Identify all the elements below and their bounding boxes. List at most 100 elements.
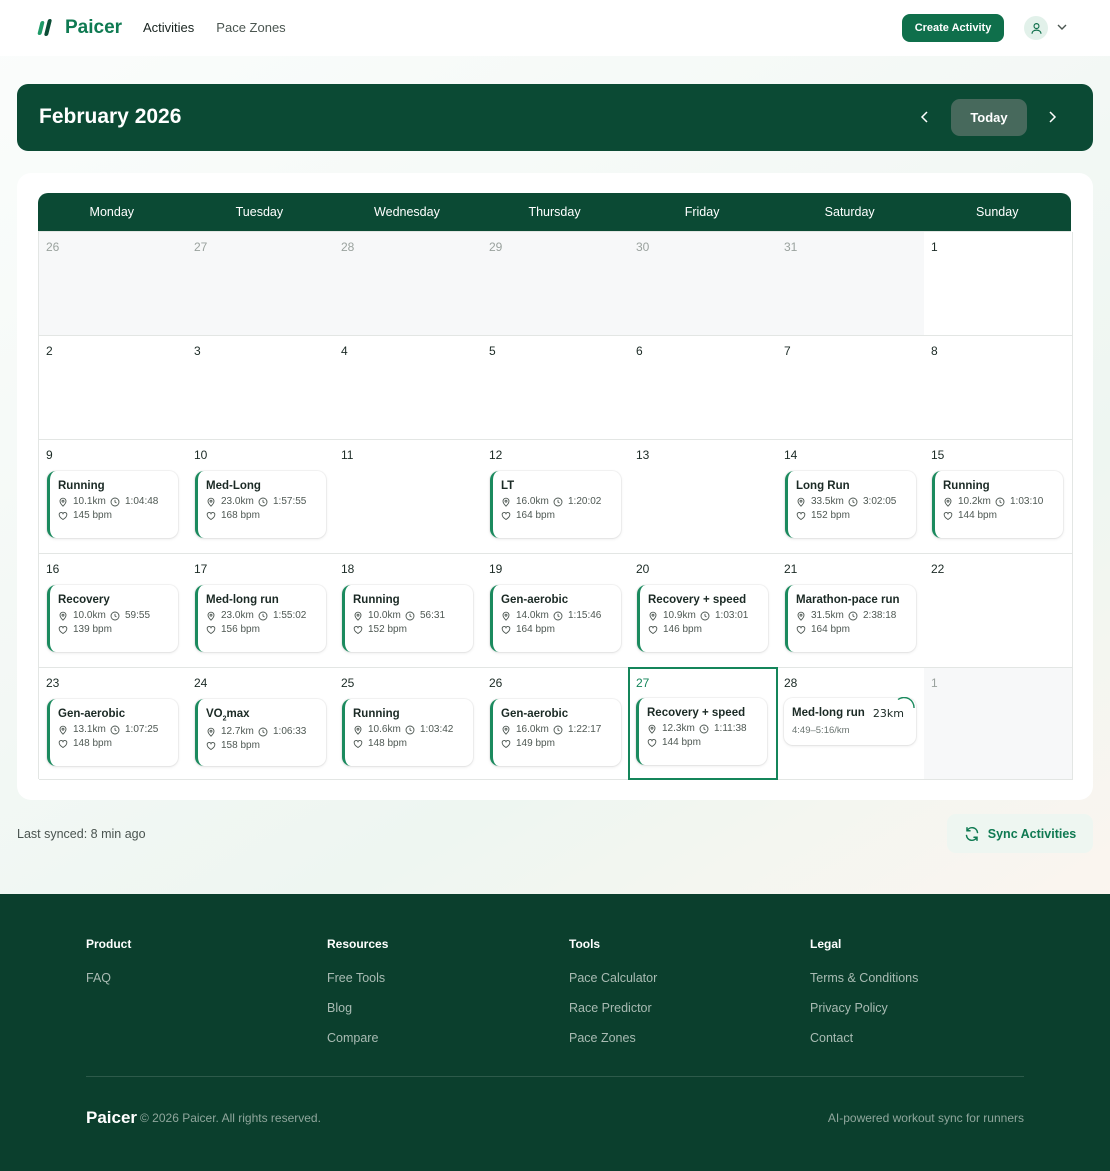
location-pin-icon bbox=[502, 725, 510, 735]
activity-distance: 16.0km bbox=[501, 724, 553, 735]
calendar-day[interactable]: 17 Med-long run 23.0km 1:55:02 156 bpm bbox=[187, 554, 335, 668]
clock-icon bbox=[553, 497, 563, 506]
calendar-day[interactable]: 16 Recovery 10.0km 59:55 139 bpm bbox=[39, 554, 188, 668]
footer-link-race-predictor[interactable]: Race Predictor bbox=[569, 1001, 657, 1015]
footer-link-pace-calculator[interactable]: Pace Calculator bbox=[569, 971, 657, 985]
activity-heart-rate: 156 bpm bbox=[206, 624, 326, 635]
activity-card[interactable]: Running 10.1km 1:04:48 145 bpm bbox=[47, 471, 178, 538]
activity-card[interactable]: Marathon-pace run 31.5km 2:38:18 164 bpm bbox=[785, 585, 916, 652]
activity-card[interactable]: Med-Long 23.0km 1:57:55 168 bpm bbox=[195, 471, 326, 538]
calendar-day[interactable]: 1 bbox=[924, 668, 1073, 780]
today-button[interactable]: Today bbox=[951, 99, 1027, 136]
calendar-day[interactable]: 27 bbox=[187, 232, 335, 336]
prev-month-button[interactable] bbox=[915, 107, 935, 127]
weekday-tuesday: Tuesday bbox=[235, 205, 284, 219]
calendar-day[interactable]: 22 bbox=[924, 554, 1073, 668]
activity-card[interactable]: Long Run 33.5km 3:02:05 152 bpm bbox=[785, 471, 916, 538]
clock-icon bbox=[110, 611, 120, 620]
sync-activities-button[interactable]: Sync Activities bbox=[947, 814, 1093, 853]
activity-duration: 1:15:46 bbox=[553, 610, 601, 621]
calendar-day-today[interactable]: 27 Recovery + speed 12.3km 1:11:38 144 bpm bbox=[628, 667, 778, 780]
user-avatar[interactable] bbox=[1024, 16, 1048, 40]
calendar-day[interactable]: 25 Running 10.6km 1:03:42 148 bpm bbox=[334, 668, 483, 780]
activity-title: Running bbox=[353, 594, 400, 606]
calendar-day[interactable]: 28 Med-long run 23km 4:49–5:16/km bbox=[777, 668, 925, 780]
heart-icon bbox=[58, 625, 68, 634]
activity-card[interactable]: Med-long run 23.0km 1:55:02 156 bpm bbox=[195, 585, 326, 652]
calendar-day[interactable]: 19 Gen-aerobic 14.0km 1:15:46 164 bpm bbox=[482, 554, 630, 668]
activity-duration: 1:04:48 bbox=[110, 496, 158, 507]
calendar-day[interactable]: 18 Running 10.0km 56:31 152 bpm bbox=[334, 554, 483, 668]
calendar-day[interactable]: 20 Recovery + speed 10.9km 1:03:01 146 bpm bbox=[629, 554, 778, 668]
calendar-day[interactable]: 24 VO2max 12.7km 1:06:33 158 bpm bbox=[187, 668, 335, 780]
day-number: 31 bbox=[784, 240, 798, 254]
next-month-button[interactable] bbox=[1042, 107, 1062, 127]
calendar-day[interactable]: 26 bbox=[39, 232, 188, 336]
calendar-day[interactable]: 29 bbox=[482, 232, 630, 336]
activity-card[interactable]: Recovery + speed 12.3km 1:11:38 144 bpm bbox=[636, 698, 767, 765]
activity-card[interactable]: Gen-aerobic 16.0km 1:22:17 149 bpm bbox=[490, 699, 621, 766]
calendar-day[interactable]: 15 Running 10.2km 1:03:10 144 bpm bbox=[924, 440, 1073, 554]
footer-link-faq[interactable]: FAQ bbox=[86, 971, 131, 985]
calendar-day[interactable]: 2 bbox=[39, 336, 188, 440]
clock-icon bbox=[258, 611, 268, 620]
footer-link-compare[interactable]: Compare bbox=[327, 1031, 388, 1045]
footer-link-contact[interactable]: Contact bbox=[810, 1031, 918, 1045]
calendar-day[interactable]: 13 bbox=[629, 440, 778, 554]
logo[interactable]: Paicer bbox=[37, 17, 122, 39]
calendar-day[interactable]: 9 Running 10.1km 1:04:48 145 bpm bbox=[39, 440, 188, 554]
calendar-day[interactable]: 28 bbox=[334, 232, 483, 336]
activity-title: VO2max bbox=[206, 708, 250, 723]
day-number: 27 bbox=[636, 676, 650, 690]
footer-link-privacy[interactable]: Privacy Policy bbox=[810, 1001, 918, 1015]
calendar-day[interactable]: 3 bbox=[187, 336, 335, 440]
chevron-left-icon bbox=[920, 111, 928, 123]
calendar-day[interactable]: 5 bbox=[482, 336, 630, 440]
day-number: 17 bbox=[194, 562, 208, 576]
calendar-day[interactable]: 8 bbox=[924, 336, 1073, 440]
activity-card[interactable]: Recovery + speed 10.9km 1:03:01 146 bpm bbox=[637, 585, 768, 652]
calendar-day[interactable]: 26 Gen-aerobic 16.0km 1:22:17 149 bpm bbox=[482, 668, 630, 780]
activity-card[interactable]: Running 10.6km 1:03:42 148 bpm bbox=[342, 699, 473, 766]
activity-distance: 10.2km bbox=[943, 496, 995, 507]
activity-card[interactable]: Gen-aerobic 13.1km 1:07:25 148 bpm bbox=[47, 699, 178, 766]
footer-link-pace-zones[interactable]: Pace Zones bbox=[569, 1031, 657, 1045]
clock-icon bbox=[553, 725, 563, 734]
create-activity-button[interactable]: Create Activity bbox=[902, 14, 1004, 42]
calendar-day[interactable]: 11 bbox=[334, 440, 483, 554]
footer-link-blog[interactable]: Blog bbox=[327, 1001, 388, 1015]
activity-card[interactable]: Running 10.2km 1:03:10 144 bpm bbox=[932, 471, 1063, 538]
calendar-day[interactable]: 6 bbox=[629, 336, 778, 440]
planned-workout-card[interactable]: Med-long run 23km 4:49–5:16/km bbox=[784, 697, 916, 745]
chevron-down-icon[interactable] bbox=[1055, 20, 1069, 34]
footer-brand: Paicer bbox=[86, 1108, 138, 1127]
activity-card[interactable]: Running 10.0km 56:31 152 bpm bbox=[342, 585, 473, 652]
calendar-day[interactable]: 10 Med-Long 23.0km 1:57:55 168 bpm bbox=[187, 440, 335, 554]
calendar-grid: 26 27 28 29 30 31 1 2 3 4 5 6 7 8 9 Running 10.1km 1:04:4… bbox=[38, 231, 1073, 780]
calendar-day[interactable]: 4 bbox=[334, 336, 483, 440]
calendar-day[interactable]: 21 Marathon-pace run 31.5km 2:38:18 164 bpm bbox=[777, 554, 925, 668]
calendar-day[interactable]: 12 LT 16.0km 1:20:02 164 bpm bbox=[482, 440, 630, 554]
activity-title: Recovery + speed bbox=[647, 707, 746, 719]
calendar-day[interactable]: 31 bbox=[777, 232, 925, 336]
nav-pace-zones[interactable]: Pace Zones bbox=[216, 20, 285, 35]
calendar-day[interactable]: 23 Gen-aerobic 13.1km 1:07:25 148 bpm bbox=[39, 668, 188, 780]
activity-card[interactable]: Recovery 10.0km 59:55 139 bpm bbox=[47, 585, 178, 652]
activity-card[interactable]: LT 16.0km 1:20:02 164 bpm bbox=[490, 471, 621, 538]
weekday-thursday: Thursday bbox=[528, 205, 581, 219]
calendar-day[interactable]: 30 bbox=[629, 232, 778, 336]
clock-icon bbox=[848, 611, 858, 620]
footer-link-terms[interactable]: Terms & Conditions bbox=[810, 971, 918, 985]
footer-link-free-tools[interactable]: Free Tools bbox=[327, 971, 388, 985]
heart-icon bbox=[58, 511, 68, 520]
activity-distance: 10.6km bbox=[353, 724, 405, 735]
calendar-day[interactable]: 7 bbox=[777, 336, 925, 440]
calendar-day[interactable]: 1 bbox=[924, 232, 1073, 336]
calendar-day[interactable]: 14 Long Run 33.5km 3:02:05 152 bpm bbox=[777, 440, 925, 554]
day-number: 1 bbox=[931, 676, 938, 690]
activity-card[interactable]: Gen-aerobic 14.0km 1:15:46 164 bpm bbox=[490, 585, 621, 652]
activity-duration: 59:55 bbox=[110, 610, 150, 621]
activity-card[interactable]: VO2max 12.7km 1:06:33 158 bpm bbox=[195, 699, 326, 766]
nav-activities[interactable]: Activities bbox=[143, 20, 194, 35]
day-number: 16 bbox=[46, 562, 60, 576]
